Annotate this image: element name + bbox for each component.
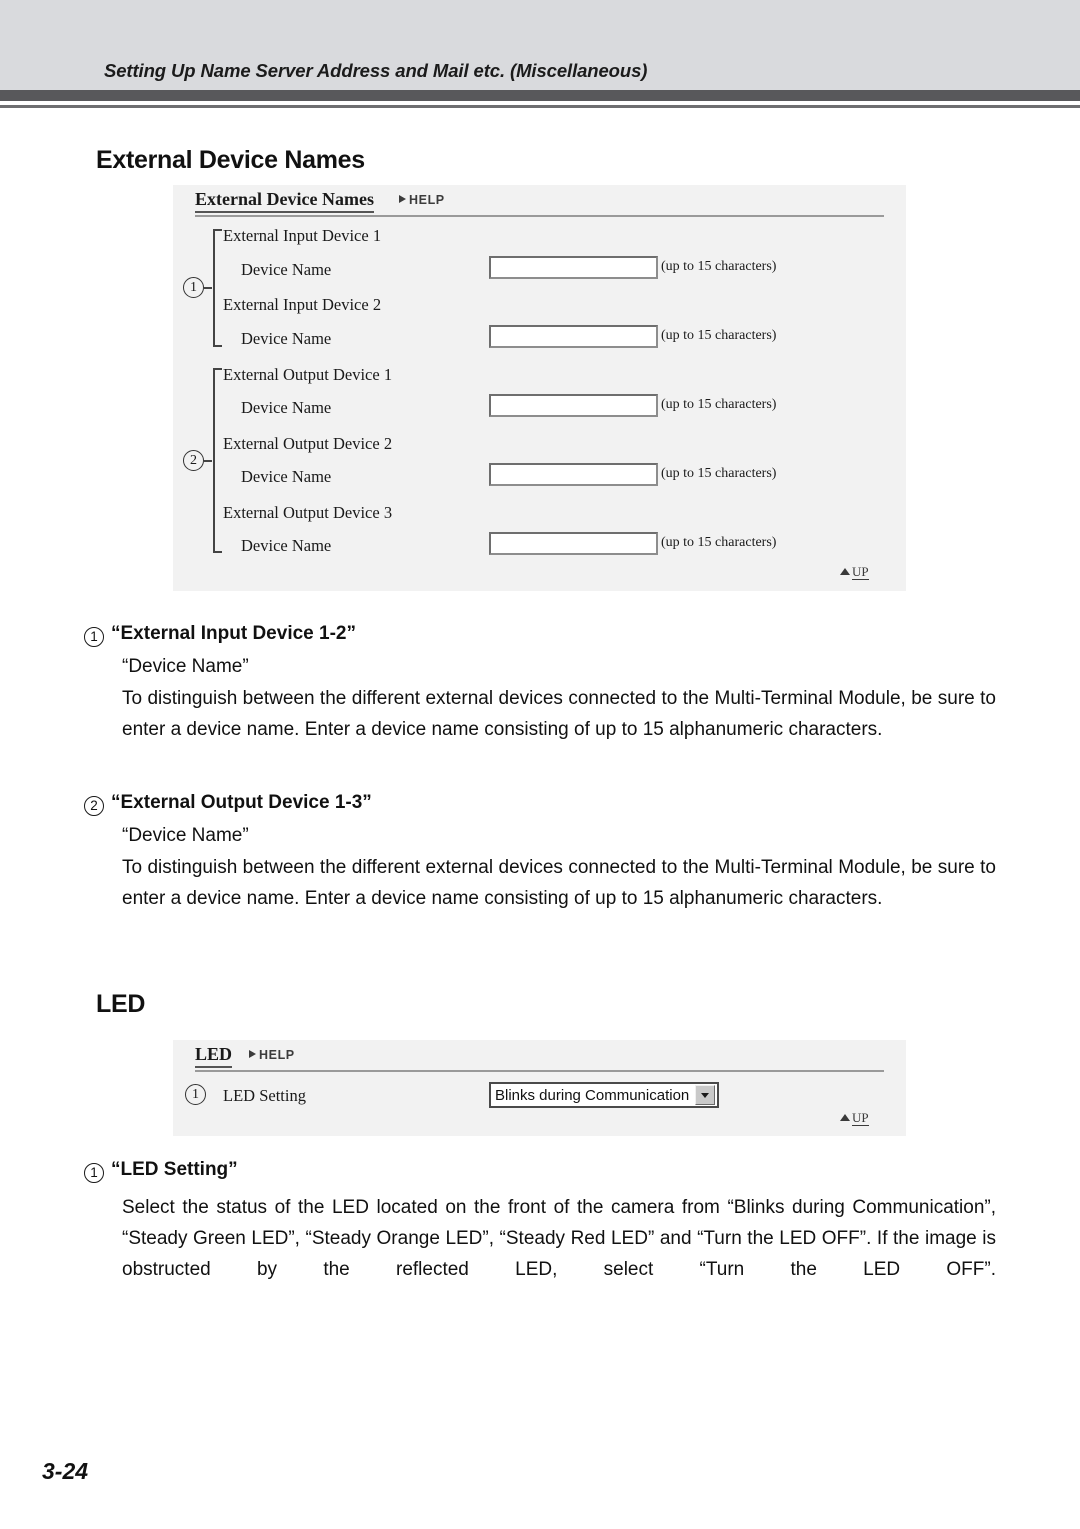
- callout-bracket-2: [213, 368, 222, 553]
- explanation-block-2: 2 “External Output Device 1-3” “Device Na…: [84, 787, 996, 914]
- group-label-external-output-device-1: External Output Device 1: [223, 365, 393, 384]
- callout-bracket-dash-2: [204, 460, 212, 462]
- device-name-input-5[interactable]: [489, 532, 658, 555]
- explanation-number-led: 1: [84, 1163, 104, 1183]
- group-label-external-input-device-2: External Input Device 2: [223, 295, 382, 314]
- panel-title-underline: [195, 215, 884, 217]
- triangle-right-icon: [249, 1050, 256, 1058]
- input-hint-1: (up to 15 characters): [661, 259, 777, 274]
- group-label-external-input-device-1: External Input Device 1: [223, 226, 382, 245]
- group-label-external-output-device-3: External Output Device 3: [223, 503, 393, 522]
- up-link[interactable]: UP: [840, 564, 869, 580]
- panel-title: External Device Names: [195, 189, 374, 213]
- field-label-device-name-3: Device Name: [241, 398, 332, 417]
- explanation-body-led: Select the status of the LED located on …: [122, 1197, 996, 1280]
- header-rule-thin: [0, 105, 1080, 108]
- explanation-subtitle-1: “Device Name”: [122, 656, 249, 677]
- led-panel-title: LED: [195, 1044, 233, 1068]
- up-label: UP: [852, 564, 869, 580]
- input-hint-4: (up to 15 characters): [661, 466, 777, 481]
- help-link[interactable]: HELP: [399, 193, 445, 207]
- explanation-number-2: 2: [84, 796, 104, 816]
- external-device-names-panel: External Device Names HELP 1 2 External …: [173, 185, 906, 591]
- explanation-subtitle-2: “Device Name”: [122, 825, 249, 846]
- led-setting-label: LED Setting: [223, 1086, 306, 1105]
- led-setting-value: Blinks during Communication: [495, 1086, 690, 1104]
- input-hint-5: (up to 15 characters): [661, 535, 777, 550]
- led-help-label: HELP: [259, 1048, 295, 1062]
- device-name-input-1[interactable]: [489, 256, 658, 279]
- explanation-title-led: 1 “LED Setting”: [84, 1154, 996, 1186]
- input-hint-3: (up to 15 characters): [661, 397, 777, 412]
- explanation-title-text-1: “External Input Device 1-2”: [111, 623, 356, 644]
- device-name-input-3[interactable]: [489, 394, 658, 417]
- led-panel-title-underline: [195, 1070, 884, 1072]
- explanation-title-2: 2 “External Output Device 1-3”: [84, 787, 996, 819]
- input-hint-2: (up to 15 characters): [661, 328, 777, 343]
- callout-bracket-1: [213, 229, 222, 347]
- explanation-block-1: 1 “External Input Device 1-2” “Device Nam…: [84, 618, 996, 745]
- led-callout-number-1: 1: [185, 1084, 206, 1105]
- device-name-input-2[interactable]: [489, 325, 658, 348]
- group-label-external-output-device-2: External Output Device 2: [223, 434, 393, 453]
- section-title-led: LED: [96, 990, 146, 1018]
- callout-bracket-dash-1: [204, 287, 212, 289]
- explanation-block-led: 1 “LED Setting” Select the status of the …: [84, 1154, 996, 1316]
- explanation-body-1: To distinguish between the different ext…: [122, 688, 996, 740]
- led-help-link[interactable]: HELP: [249, 1048, 295, 1062]
- led-panel-titlebar: LED HELP: [173, 1040, 906, 1073]
- page-number: 3-24: [42, 1458, 89, 1484]
- explanation-title-text-led: “LED Setting”: [111, 1159, 238, 1180]
- led-setting-dropdown[interactable]: Blinks during Communication: [489, 1082, 720, 1108]
- field-label-device-name-5: Device Name: [241, 536, 332, 555]
- explanation-number-1: 1: [84, 627, 104, 647]
- explanation-body-2: To distinguish between the different ext…: [122, 857, 996, 909]
- led-up-link[interactable]: UP: [840, 1110, 869, 1126]
- triangle-right-icon: [399, 195, 406, 203]
- chevron-down-icon[interactable]: [695, 1085, 716, 1105]
- help-label: HELP: [409, 193, 445, 207]
- field-label-device-name-2: Device Name: [241, 329, 332, 348]
- led-up-label: UP: [852, 1110, 869, 1126]
- triangle-up-icon: [840, 1114, 850, 1121]
- callout-number-1: 1: [183, 277, 204, 298]
- page-title: External Device Names: [96, 146, 365, 174]
- callout-number-2: 2: [183, 450, 204, 471]
- explanation-title-1: 1 “External Input Device 1-2”: [84, 618, 996, 650]
- field-label-device-name-1: Device Name: [241, 260, 332, 279]
- field-label-device-name-4: Device Name: [241, 467, 332, 486]
- led-panel: LED HELP 1 LED Setting Blinks during Com…: [173, 1040, 906, 1136]
- running-header-title: Setting Up Name Server Address and Mail …: [104, 60, 648, 81]
- triangle-up-icon: [840, 568, 850, 575]
- header-rule-thick: [0, 90, 1080, 101]
- panel-titlebar: External Device Names HELP: [173, 185, 906, 218]
- explanation-title-text-2: “External Output Device 1-3”: [111, 792, 372, 813]
- device-name-input-4[interactable]: [489, 463, 658, 486]
